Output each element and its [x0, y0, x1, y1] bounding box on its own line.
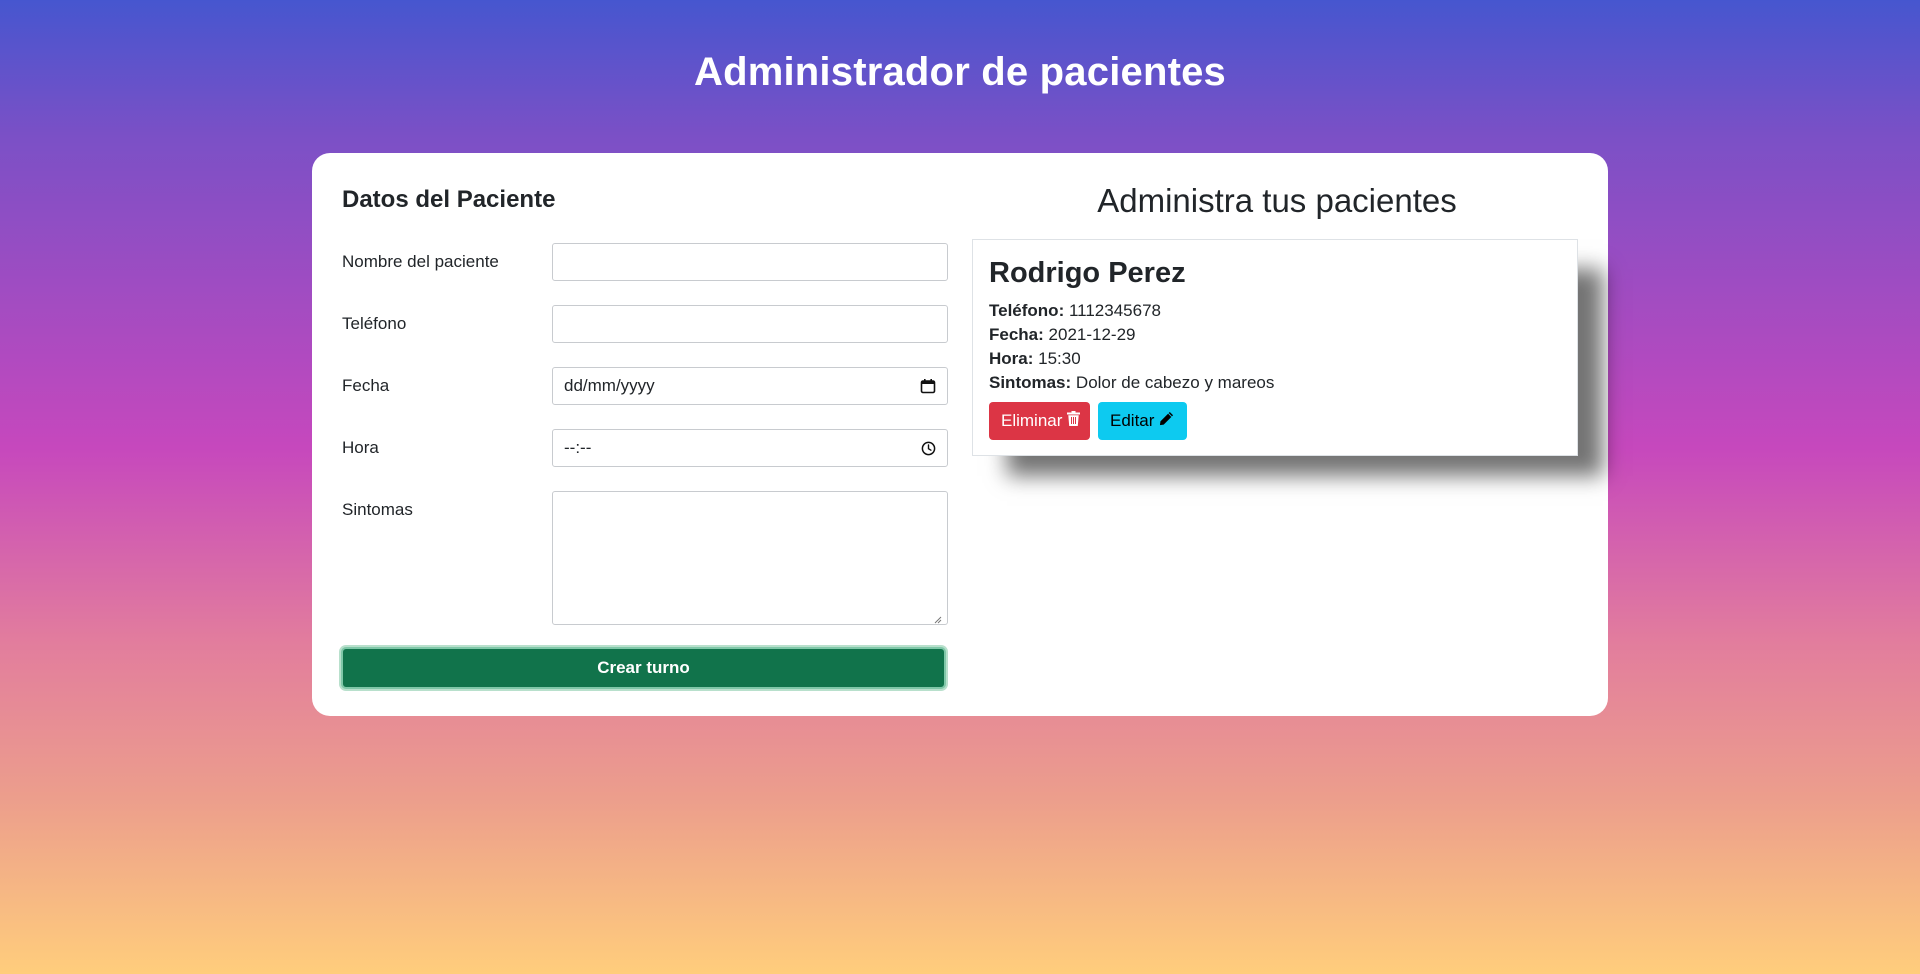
patient-card: Rodrigo Perez Teléfono: 1112345678 Fecha… [972, 239, 1578, 456]
main-panel: Datos del Paciente Nombre del paciente T… [312, 153, 1608, 716]
eliminar-button[interactable]: Eliminar [989, 402, 1090, 440]
crear-turno-button[interactable]: Crear turno [341, 647, 946, 689]
resize-grip-icon[interactable] [932, 611, 944, 624]
form-title: Datos del Paciente [342, 186, 556, 213]
sintomas-key: Sintomas: [989, 373, 1072, 392]
patient-name: Rodrigo Perez [989, 257, 1186, 289]
trash-icon [1067, 411, 1081, 431]
patient-hora: Hora: 15:30 [989, 349, 1081, 369]
fecha-value: 2021-12-29 [1048, 325, 1136, 344]
telefono-key: Teléfono: [989, 301, 1065, 320]
hora-key: Hora: [989, 349, 1034, 368]
sintomas-value: Dolor de cabezo y mareos [1075, 373, 1275, 392]
calendar-icon[interactable] [920, 378, 936, 394]
hora-placeholder: --:-- [564, 438, 592, 457]
patient-telefono: Teléfono: 1112345678 [989, 301, 1161, 321]
fecha-label: Fecha [342, 376, 390, 395]
hora-value: 15:30 [1038, 349, 1081, 368]
telefono-label: Teléfono [342, 314, 407, 333]
telefono-value: 1112345678 [1068, 301, 1161, 320]
eliminar-label: Eliminar [1001, 411, 1063, 430]
editar-label: Editar [1110, 411, 1155, 430]
clock-icon[interactable] [921, 441, 936, 456]
patient-sintomas: Sintomas: Dolor de cabezo y mareos [989, 373, 1274, 393]
patient-fecha: Fecha: 2021-12-29 [989, 325, 1136, 345]
list-title: Administra tus pacientes [1097, 182, 1457, 219]
pencil-icon [1159, 411, 1174, 431]
fecha-placeholder: dd/mm/yyyy [564, 376, 655, 395]
nombre-input[interactable] [552, 243, 948, 281]
telefono-input[interactable] [552, 305, 948, 343]
nombre-label: Nombre del paciente [342, 252, 499, 271]
editar-button[interactable]: Editar [1098, 402, 1187, 440]
hora-input[interactable]: --:-- [552, 429, 948, 467]
hora-label: Hora [342, 438, 379, 457]
fecha-key: Fecha: [989, 325, 1044, 344]
sintomas-label: Sintomas [342, 500, 413, 519]
page-title: Administrador de pacientes [694, 50, 1226, 94]
fecha-input[interactable]: dd/mm/yyyy [552, 367, 948, 405]
sintomas-textarea[interactable] [552, 491, 948, 625]
